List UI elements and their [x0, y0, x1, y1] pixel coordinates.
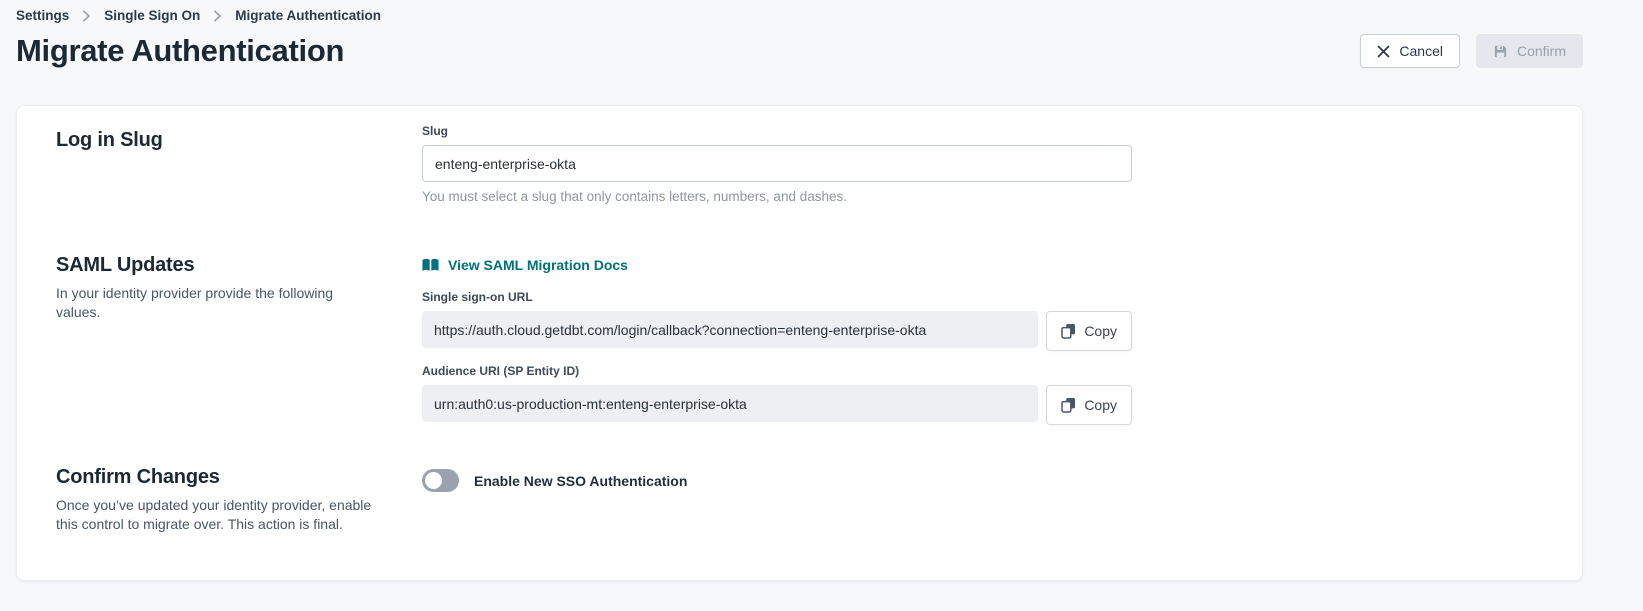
login-slug-left: Log in Slug	[56, 124, 422, 204]
sso-url-row: Copy	[422, 311, 1132, 351]
breadcrumb-single-sign-on[interactable]: Single Sign On	[104, 8, 200, 23]
confirm-changes-description: Once you’ve updated your identity provid…	[56, 496, 378, 534]
audience-uri-field	[422, 385, 1038, 422]
chevron-right-icon	[213, 10, 222, 22]
confirm-button[interactable]: Confirm	[1476, 34, 1583, 68]
cancel-button[interactable]: Cancel	[1360, 34, 1460, 68]
page-header: Migrate Authentication Cancel Confirm	[16, 33, 1583, 69]
cancel-button-label: Cancel	[1399, 43, 1443, 59]
slug-helper-text: You must select a slug that only contain…	[422, 189, 1132, 204]
sso-url-label: Single sign-on URL	[422, 290, 1132, 304]
header-actions: Cancel Confirm	[1360, 34, 1583, 68]
toggle-knob	[425, 472, 442, 489]
saml-updates-form: View SAML Migration Docs Single sign-on …	[422, 254, 1132, 425]
confirm-button-label: Confirm	[1517, 43, 1566, 59]
saml-updates-left: SAML Updates In your identity provider p…	[56, 254, 422, 425]
chevron-right-icon	[82, 10, 91, 22]
slug-input[interactable]	[422, 145, 1132, 182]
slug-label: Slug	[422, 124, 1132, 138]
book-icon	[422, 258, 439, 272]
saml-updates-section: SAML Updates In your identity provider p…	[56, 254, 1542, 425]
audience-uri-label: Audience URI (SP Entity ID)	[422, 364, 1132, 378]
enable-sso-toggle[interactable]	[422, 469, 459, 492]
confirm-changes-section: Confirm Changes Once you’ve updated your…	[56, 466, 1542, 534]
copy-sso-url-button[interactable]: Copy	[1046, 311, 1132, 351]
save-icon	[1493, 44, 1508, 59]
breadcrumb: Settings Single Sign On Migrate Authenti…	[0, 0, 1643, 23]
copy-icon	[1061, 323, 1076, 339]
confirm-changes-form: Enable New SSO Authentication	[422, 466, 1132, 534]
docs-link-label: View SAML Migration Docs	[448, 257, 628, 273]
view-saml-migration-docs-link[interactable]: View SAML Migration Docs	[422, 257, 628, 273]
audience-uri-row: Copy	[422, 385, 1132, 425]
page-title: Migrate Authentication	[16, 33, 344, 69]
copy-icon	[1061, 397, 1076, 413]
enable-sso-toggle-label: Enable New SSO Authentication	[474, 473, 687, 489]
sso-url-field	[422, 311, 1038, 348]
confirm-changes-left: Confirm Changes Once you’ve updated your…	[56, 466, 422, 534]
copy-button-label: Copy	[1084, 397, 1117, 413]
confirm-changes-heading: Confirm Changes	[56, 466, 422, 489]
login-slug-section: Log in Slug Slug You must select a slug …	[56, 124, 1542, 204]
saml-updates-description: In your identity provider provide the fo…	[56, 284, 378, 322]
saml-updates-heading: SAML Updates	[56, 254, 422, 277]
breadcrumb-migrate-authentication: Migrate Authentication	[235, 8, 381, 23]
copy-audience-uri-button[interactable]: Copy	[1046, 385, 1132, 425]
breadcrumb-settings[interactable]: Settings	[16, 8, 69, 23]
migrate-authentication-page: { "breadcrumb": { "items": ["Settings", …	[0, 0, 1643, 611]
login-slug-form: Slug You must select a slug that only co…	[422, 124, 1132, 204]
login-slug-heading: Log in Slug	[56, 129, 422, 152]
settings-card: Log in Slug Slug You must select a slug …	[16, 105, 1583, 581]
copy-button-label: Copy	[1084, 323, 1117, 339]
enable-sso-toggle-row: Enable New SSO Authentication	[422, 469, 1132, 492]
x-icon	[1377, 45, 1390, 58]
